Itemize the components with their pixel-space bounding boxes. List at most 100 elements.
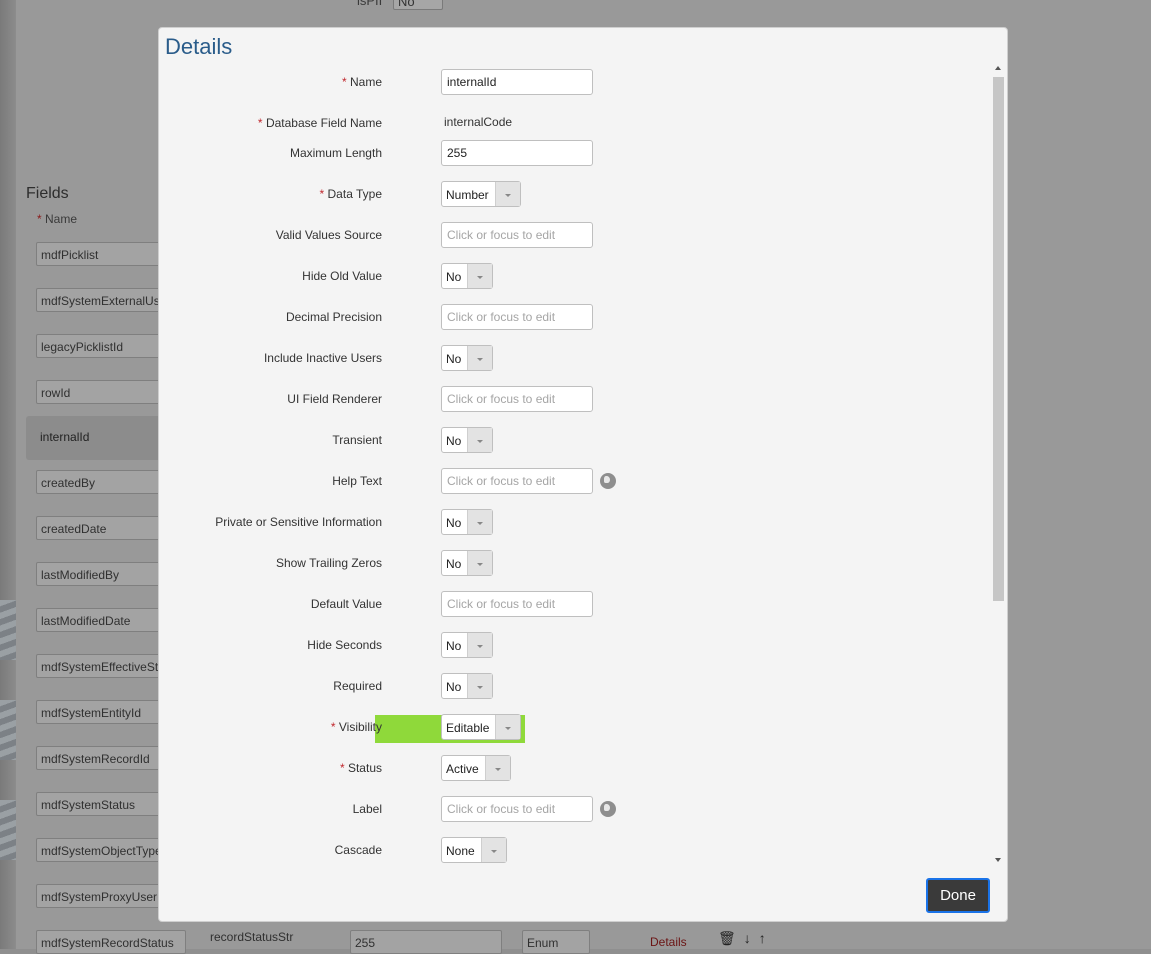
field-label: * Status [340, 761, 382, 775]
field-label: Decimal Precision [286, 310, 382, 324]
chevron-down-icon[interactable] [467, 346, 492, 370]
form-row: Label Click or focus to edit [159, 796, 959, 822]
required-marker: * [339, 761, 348, 775]
bg-details-link[interactable]: Details [650, 935, 687, 949]
field-select[interactable]: No [441, 632, 493, 658]
field-label: Transient [332, 433, 382, 447]
required-marker: * [319, 187, 328, 201]
arrow-up-icon[interactable]: ↑ [759, 930, 774, 946]
bg-type-select[interactable]: Enum [522, 930, 590, 954]
globe-icon[interactable] [600, 473, 616, 489]
field-label-text: Valid Values Source [275, 228, 382, 242]
field-input-empty[interactable]: Click or focus to edit [441, 468, 593, 494]
background-side-strip [0, 0, 16, 949]
scroll-down-arrow[interactable] [995, 858, 1001, 862]
form-row: Valid Values Source Click or focus to edi… [159, 222, 959, 248]
form-row: Decimal Precision Click or focus to edit [159, 304, 959, 330]
field-input-empty[interactable]: Click or focus to edit [441, 591, 593, 617]
field-label-text: Private or Sensitive Information [215, 515, 382, 529]
chevron-down-icon[interactable] [467, 674, 492, 698]
field-list-item[interactable]: mdfSystemRecordStatus [36, 930, 186, 954]
select-value: None [446, 844, 475, 858]
form-row: Transient No [159, 427, 959, 453]
field-label: Hide Old Value [302, 269, 382, 283]
scroll-up-arrow[interactable] [995, 66, 1001, 70]
chevron-down-icon[interactable] [467, 428, 492, 452]
field-select[interactable]: No [441, 263, 493, 289]
field-label-text: Label [352, 802, 382, 816]
field-select[interactable]: No [441, 345, 493, 371]
select-value: No [446, 639, 462, 653]
select-value: No [446, 680, 462, 694]
select-value: No [446, 516, 462, 530]
chevron-down-icon[interactable] [467, 264, 492, 288]
form-row: Cascade None [159, 837, 959, 863]
select-value: Number [446, 188, 489, 202]
field-label-text: Default Value [310, 597, 382, 611]
field-input-empty[interactable]: Click or focus to edit [441, 222, 593, 248]
form-row: * Status Active [159, 755, 959, 781]
field-label-text: Visibility [338, 720, 382, 734]
trash-icon[interactable]: 🗑 [718, 930, 744, 946]
form-row: Default Value Click or focus to edit [159, 591, 959, 617]
chevron-down-icon[interactable] [485, 756, 510, 780]
field-select[interactable]: Editable [441, 714, 521, 740]
chevron-down-icon[interactable] [467, 510, 492, 534]
chevron-down-icon[interactable] [467, 551, 492, 575]
name-header-label: Name [45, 212, 78, 226]
chevron-down-icon[interactable] [467, 633, 492, 657]
select-value: No [446, 557, 462, 571]
form-row: Include Inactive Users No [159, 345, 959, 371]
field-label: * Name [342, 75, 382, 89]
field-input[interactable]: internalId [441, 69, 593, 95]
background-decoration [0, 600, 16, 660]
required-marker: * [37, 212, 42, 226]
field-label: * Data Type [320, 187, 383, 201]
bg-ispii-select[interactable]: No [393, 0, 443, 10]
chevron-down-icon[interactable] [481, 838, 506, 862]
field-input[interactable]: 255 [441, 140, 593, 166]
select-value: Editable [446, 721, 490, 735]
field-select[interactable]: No [441, 427, 493, 453]
field-label: Private or Sensitive Information [215, 515, 382, 529]
field-input-empty[interactable]: Click or focus to edit [441, 304, 593, 330]
field-select[interactable]: Active [441, 755, 511, 781]
form-row: Show Trailing Zeros No [159, 550, 959, 576]
bg-row-actions: 🗑↓↑ [718, 930, 774, 947]
bg-length-input[interactable]: 255 [350, 930, 502, 954]
field-select[interactable]: Number [441, 181, 521, 207]
done-button[interactable]: Done [926, 878, 990, 913]
field-label-text: Decimal Precision [285, 310, 382, 324]
select-value: No [446, 270, 462, 284]
field-label: Default Value [311, 597, 382, 611]
field-label: Maximum Length [290, 146, 382, 160]
field-label: * Visibility [331, 720, 382, 734]
required-marker: * [341, 75, 350, 89]
form-row: Hide Old Value No [159, 263, 959, 289]
field-label-text: Hide Old Value [302, 269, 382, 283]
arrow-down-icon[interactable]: ↓ [744, 930, 759, 946]
globe-icon[interactable] [600, 801, 616, 817]
scrollbar-thumb[interactable] [993, 77, 1004, 601]
form-row: Hide Seconds No [159, 632, 959, 658]
form-row: Maximum Length 255 [159, 140, 959, 166]
fields-section-title: Fields [26, 185, 69, 202]
field-input-empty[interactable]: Click or focus to edit [441, 796, 593, 822]
chevron-down-icon[interactable] [495, 715, 520, 739]
fields-name-header: * Name [37, 212, 77, 226]
select-value: Active [446, 762, 479, 776]
chevron-down-icon[interactable] [495, 182, 520, 206]
field-select[interactable]: No [441, 550, 493, 576]
field-label-text: Show Trailing Zeros [275, 556, 382, 570]
field-label-text: Data Type [327, 187, 382, 201]
field-select[interactable]: No [441, 509, 493, 535]
dialog-title: Details [165, 34, 233, 59]
field-label: * Database Field Name [258, 116, 382, 130]
field-select[interactable]: No [441, 673, 493, 699]
field-label-text: Name [349, 75, 382, 89]
field-input-empty[interactable]: Click or focus to edit [441, 386, 593, 412]
field-label: Hide Seconds [307, 638, 382, 652]
field-label: Label [353, 802, 382, 816]
field-select[interactable]: None [441, 837, 507, 863]
form-row: Required No [159, 673, 959, 699]
